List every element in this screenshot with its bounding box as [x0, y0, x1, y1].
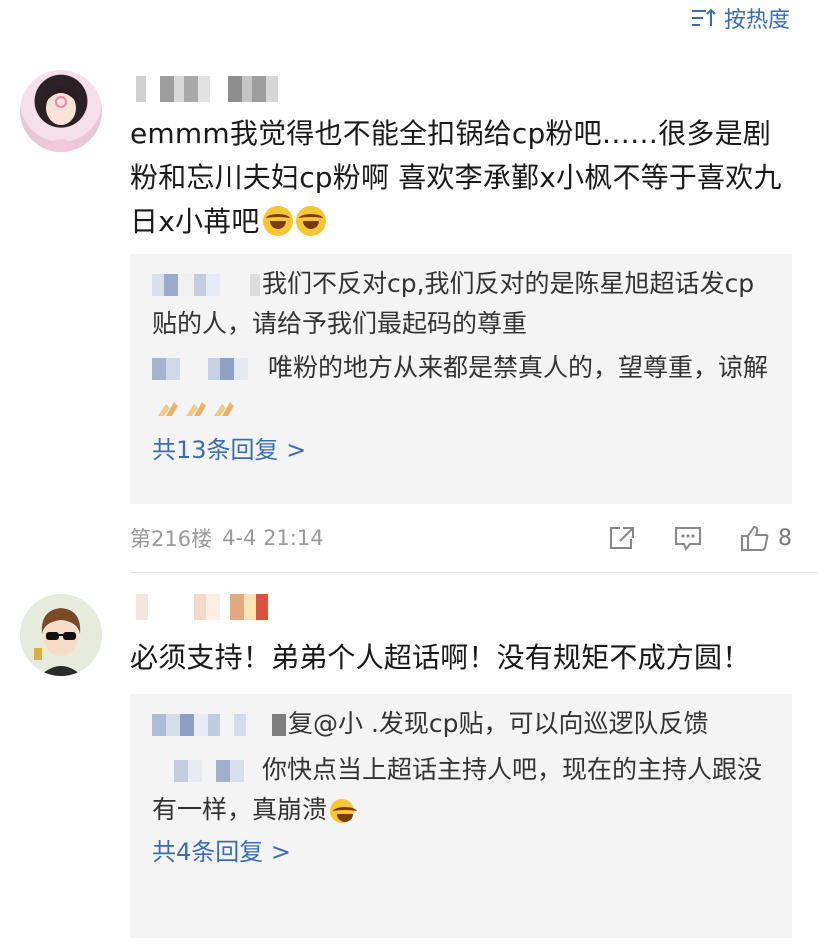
reply-item[interactable]: 你快点当上超话主持人吧，现在的主持人跟没有一样，真崩溃 — [152, 750, 770, 830]
laugh-cry-emoji-icon — [262, 206, 293, 236]
comment-divider — [130, 572, 818, 573]
sort-icon — [690, 7, 716, 29]
share-icon — [610, 527, 634, 549]
comment-meta: 第216楼 4-4 21:14 8 — [130, 518, 792, 558]
reply-username-blurred[interactable] — [152, 708, 286, 736]
reply-item[interactable]: 我们不反对cp,我们反对的是陈星旭超话发cp贴的人，请给予我们最起码的尊重 — [152, 264, 770, 344]
view-more-replies-link[interactable]: 共13条回复 > — [152, 430, 770, 470]
reply-list: 我们不反对cp,我们反对的是陈星旭超话发cp贴的人，请给予我们最起码的尊重 唯粉… — [130, 254, 792, 504]
reply-list: 复@小 .发现cp贴，可以向巡逻队反馈 你快点当上超话主持人吧，现在的主持人跟没… — [130, 694, 792, 938]
reply-username-blurred[interactable] — [152, 352, 266, 380]
share-button[interactable] — [608, 525, 636, 551]
like-button[interactable]: 8 — [740, 524, 792, 552]
like-count: 8 — [778, 525, 792, 551]
username-blurred[interactable] — [136, 76, 278, 102]
laugh-cry-emoji-icon — [330, 799, 358, 823]
thumbs-up-icon — [741, 525, 769, 551]
pray-hands-emoji-icon — [186, 402, 206, 416]
floor-number: 第216楼 — [130, 527, 213, 551]
comment-text: emmm我觉得也不能全扣锅给cp粉吧……很多是剧粉和忘川夫妇cp粉啊 喜欢李承鄞… — [130, 117, 782, 238]
comment-text: 必须支持！弟弟个人超话啊！没有规矩不成方圆！ — [130, 641, 751, 674]
reply-username-blurred[interactable] — [152, 268, 260, 296]
sort-by-hot-button[interactable]: 按热度 — [690, 0, 790, 36]
avatar[interactable] — [20, 594, 102, 676]
laugh-cry-emoji-icon — [295, 206, 326, 236]
username-blurred[interactable] — [136, 594, 268, 620]
reply-item[interactable]: 唯粉的地方从来都是禁真人的，望尊重，谅解 — [152, 348, 770, 428]
pray-hands-emoji-icon — [158, 402, 178, 416]
pray-hands-emoji-icon — [214, 402, 234, 416]
sort-label: 按热度 — [723, 8, 790, 33]
comment-button[interactable] — [674, 525, 702, 551]
avatar[interactable] — [20, 70, 102, 152]
view-more-replies-link[interactable]: 共4条回复 > — [152, 832, 770, 872]
reply-item[interactable]: 复@小 .发现cp贴，可以向巡逻队反馈 — [152, 704, 770, 744]
comment-time: 4-4 21:14 — [222, 526, 324, 550]
reply-username-blurred[interactable] — [152, 754, 260, 782]
comment-icon — [675, 527, 701, 551]
